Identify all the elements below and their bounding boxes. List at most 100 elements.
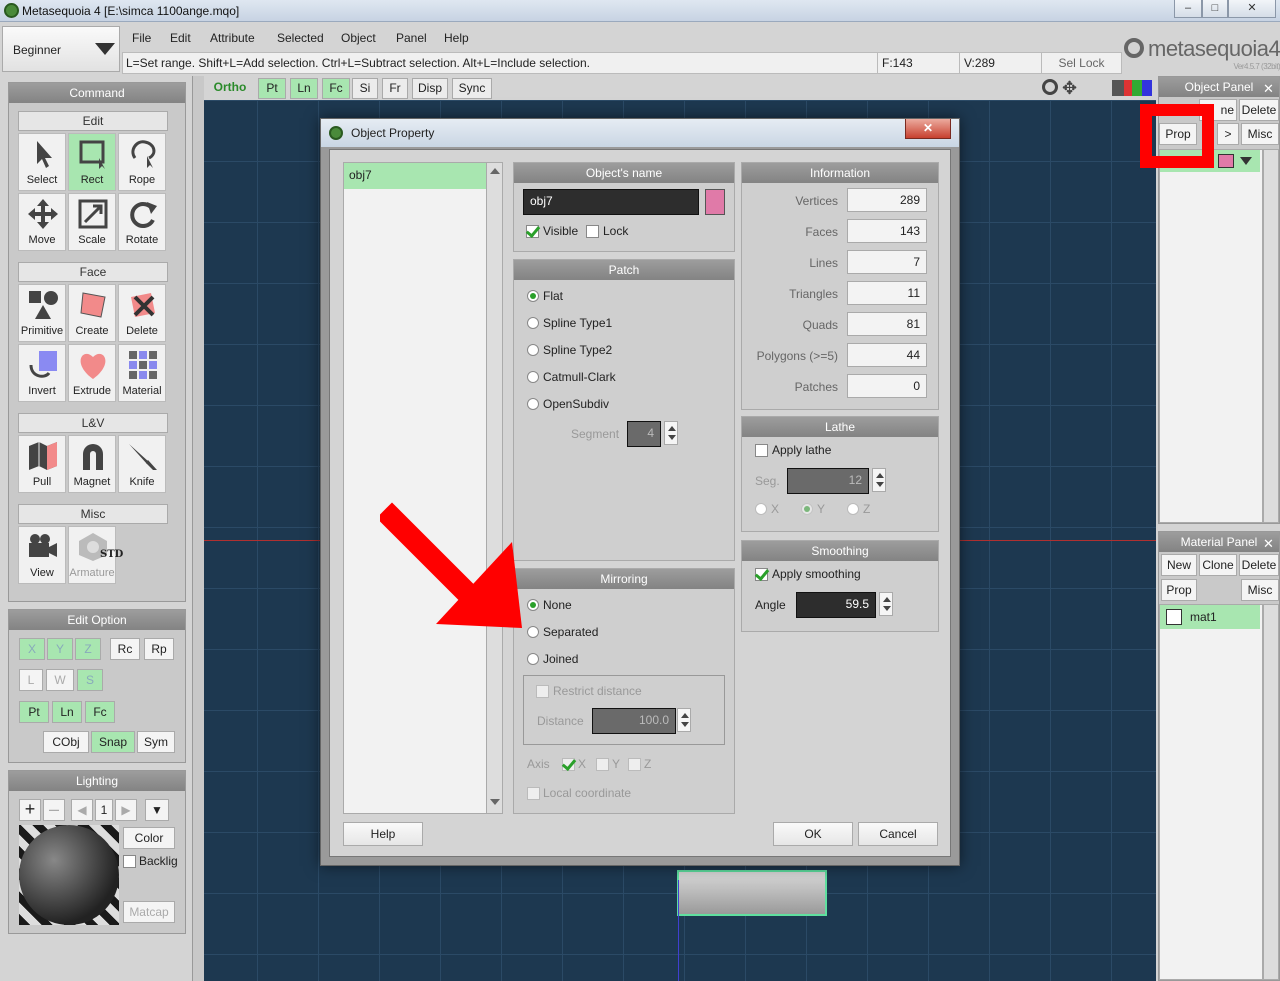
menu-panel[interactable]: Panel (396, 31, 427, 45)
lock-checkbox[interactable] (586, 225, 599, 238)
dialog-list-scrollbar[interactable] (486, 163, 502, 813)
backlight-checkbox[interactable] (123, 855, 136, 868)
menu-help[interactable]: Help (444, 31, 469, 45)
menu-edit[interactable]: Edit (170, 31, 191, 45)
select-pt-toggle[interactable]: Pt (19, 701, 49, 723)
select-fc-toggle[interactable]: Fc (85, 701, 115, 723)
material-list[interactable]: mat1 (1159, 604, 1263, 980)
screen-toggle[interactable]: S (77, 669, 103, 691)
patch-opensubdiv-radio[interactable] (527, 398, 539, 410)
next-light-icon[interactable]: ▶ (115, 799, 137, 821)
lathe-seg-field[interactable]: 12 (787, 468, 869, 494)
snap-toggle[interactable]: Snap (91, 731, 135, 753)
knife-tool[interactable]: Knife (118, 435, 166, 493)
rc-button[interactable]: Rc (110, 638, 140, 660)
view-pt-button[interactable]: Pt (258, 78, 286, 99)
minimize-button[interactable]: – (1174, 0, 1202, 18)
light-preview[interactable] (19, 825, 119, 925)
scroll-up-icon[interactable] (490, 168, 500, 174)
material-misc-button[interactable]: Misc (1241, 579, 1279, 601)
menu-attribute[interactable]: Attribute (210, 31, 255, 45)
menu-selected[interactable]: Selected (277, 31, 324, 45)
invert-tool[interactable]: Invert (18, 344, 66, 402)
move-tool[interactable]: Move (18, 193, 66, 251)
view-fr-button[interactable]: Fr (382, 78, 408, 99)
menu-file[interactable]: File (132, 31, 151, 45)
lathe-seg-spinner[interactable] (872, 468, 886, 492)
mirror-joined-radio[interactable] (527, 653, 539, 665)
axis-x-toggle[interactable]: X (19, 638, 45, 660)
maximize-button[interactable]: □ (1202, 0, 1228, 18)
lathe-axis-z-radio[interactable] (847, 503, 859, 515)
rope-tool[interactable]: Rope (118, 133, 166, 191)
apply-smoothing-checkbox[interactable] (755, 568, 768, 581)
lathe-axis-y-radio[interactable] (801, 503, 813, 515)
patch-spline2-radio[interactable] (527, 344, 539, 356)
add-light-icon[interactable]: + (19, 799, 41, 821)
primitive-tool[interactable]: Primitive (18, 284, 66, 342)
rotate-tool[interactable]: Rotate (118, 193, 166, 251)
cancel-button[interactable]: Cancel (858, 822, 938, 846)
distance-field[interactable]: 100.0 (592, 708, 676, 734)
close-icon[interactable]: ✕ (1263, 81, 1274, 97)
apply-lathe-checkbox[interactable] (755, 444, 768, 457)
ok-button[interactable]: OK (773, 822, 853, 846)
material-list-scrollbar[interactable] (1263, 604, 1279, 980)
magnet-tool[interactable]: Magnet (68, 435, 116, 493)
view-ln-button[interactable]: Ln (290, 78, 318, 99)
material-prop-button[interactable]: Prop (1161, 579, 1197, 601)
angle-field[interactable]: 59.5 (796, 592, 876, 618)
axis-z-toggle[interactable]: Z (75, 638, 101, 660)
material-delete-button[interactable]: Delete (1239, 554, 1279, 576)
armature-tool[interactable]: STD Armature (68, 526, 123, 584)
dialog-object-row[interactable]: obj7 (344, 163, 486, 189)
pan-icon[interactable]: ✥ (1062, 78, 1077, 99)
mirror-axis-x-checkbox[interactable] (562, 758, 575, 771)
mode-select[interactable]: Beginner (2, 26, 120, 72)
object-list[interactable] (1159, 149, 1263, 523)
object-misc-button[interactable]: Misc (1241, 123, 1279, 145)
view-fc-button[interactable]: Fc (322, 78, 350, 99)
remove-light-icon[interactable]: – (43, 799, 65, 821)
close-icon[interactable]: ✕ (1263, 536, 1274, 552)
material-new-button[interactable]: New (1161, 554, 1197, 576)
sym-toggle[interactable]: Sym (137, 731, 175, 753)
rect-tool[interactable]: Rect (68, 133, 116, 191)
material-list-row[interactable]: mat1 (1160, 605, 1260, 629)
angle-spinner[interactable] (879, 592, 893, 616)
prev-light-icon[interactable]: ◀ (71, 799, 93, 821)
mirror-axis-z-checkbox[interactable] (628, 758, 641, 771)
menu-object[interactable]: Object (341, 31, 376, 45)
local-coordinate-checkbox[interactable] (527, 787, 540, 800)
distance-spinner[interactable] (677, 708, 691, 732)
patch-flat-radio[interactable] (527, 290, 539, 302)
object-name-field[interactable]: obj7 (523, 189, 699, 215)
view-tool[interactable]: View (18, 526, 66, 584)
matcap-button[interactable]: Matcap (123, 901, 175, 923)
light-menu-chevron-icon[interactable]: ▼ (145, 799, 169, 821)
view-sync-button[interactable]: Sync (452, 78, 492, 99)
dialog-object-list[interactable]: obj7 (343, 162, 503, 814)
local-toggle[interactable]: L (19, 669, 43, 691)
object-list-scrollbar[interactable] (1263, 149, 1279, 523)
select-ln-toggle[interactable]: Ln (52, 701, 82, 723)
ortho-button[interactable]: Ortho (208, 78, 252, 99)
segment-spinner[interactable] (664, 421, 678, 445)
extrude-tool[interactable]: Extrude (68, 344, 116, 402)
zoom-icon[interactable] (1042, 79, 1058, 95)
restrict-checkbox[interactable] (536, 685, 549, 698)
material-color-swatch[interactable] (1166, 609, 1182, 625)
patch-spline1-radio[interactable] (527, 317, 539, 329)
view-disp-button[interactable]: Disp (412, 78, 448, 99)
scale-tool[interactable]: Scale (68, 193, 116, 251)
world-toggle[interactable]: W (46, 669, 74, 691)
patch-catmull-radio[interactable] (527, 371, 539, 383)
delete-tool[interactable]: Delete (118, 284, 166, 342)
visible-checkbox[interactable] (526, 225, 539, 238)
viewport-scrollbar[interactable] (192, 76, 204, 981)
material-tool[interactable]: Material (118, 344, 166, 402)
scroll-down-icon[interactable] (490, 799, 500, 805)
help-button[interactable]: Help (343, 822, 423, 846)
layout-icon[interactable] (1112, 80, 1152, 96)
close-window-button[interactable]: ✕ (1228, 0, 1276, 18)
